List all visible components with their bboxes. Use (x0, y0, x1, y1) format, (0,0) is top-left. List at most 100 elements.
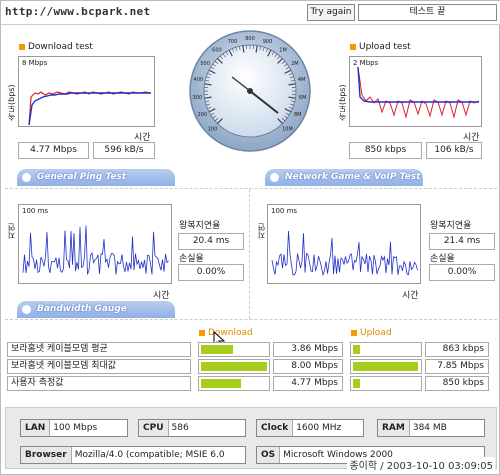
ping-left-graph: 100 ms (18, 204, 172, 284)
ping-right-loss-label: 손실율 (430, 254, 455, 264)
upload-series-blue (357, 66, 479, 103)
bandwidth-row-label: 사용자 측정값 (7, 376, 191, 391)
gauge-scale-label: 10M (282, 126, 293, 132)
ping-right-xlabel: 시간 (402, 291, 419, 301)
lan-info: LAN 100 Mbps (20, 419, 128, 437)
gauge-scale-label: 6M (299, 95, 307, 101)
gauge-scale-label: 600 (212, 48, 222, 54)
os-key: OS (257, 447, 281, 463)
divider-vertical (249, 189, 250, 319)
ram-info: RAM 384 MB (377, 419, 485, 437)
upload-kbs-value: 106 kB/s (426, 142, 482, 159)
ping-right-rtt-label: 왕복지연율 (430, 221, 472, 231)
globe-icon (270, 173, 279, 182)
lan-key: LAN (21, 420, 51, 436)
upload-graph: 2 Mbps (349, 56, 482, 127)
download-value: 3.86 Mbps (273, 342, 343, 357)
cpu-info: CPU 586 (138, 419, 246, 437)
download-graph: 8 Mbps (18, 56, 155, 127)
ping-series (271, 230, 418, 277)
gauge-dial: 100 200 300 400 500 600 700 800 900 1M 2M 4M 6M 8M 10M (189, 30, 311, 152)
upload-bar-fill (353, 379, 360, 388)
bandwidth-gauge-banner[interactable]: Bandwidth Gauge (17, 301, 175, 318)
download-mbps-value: 4.77 Mbps (18, 142, 89, 159)
upload-marker-icon (350, 43, 356, 50)
download-value: 8.00 Mbps (273, 359, 343, 374)
download-series-blue (28, 92, 151, 126)
ping-test-banner-label: General Ping Test (37, 172, 127, 182)
upload-bar (350, 376, 422, 391)
lan-value: 100 Mbps (53, 423, 98, 433)
ping-right-chart (271, 230, 418, 277)
game-voip-test-banner[interactable]: Network Game & VoIP Test (265, 169, 423, 186)
download-marker-icon (199, 329, 205, 336)
gauge-scale-label: 800 (245, 36, 255, 42)
upload-kbps-value: 850 kbps (349, 142, 422, 159)
upload-bar-fill (353, 345, 360, 354)
download-bar-fill (201, 379, 241, 388)
browser-info: Browser Mozilla/4.0 (compatible; MSIE 6.0 (20, 446, 246, 464)
gauge-scale-label: 200 (197, 112, 207, 118)
ping-right-loss-value: 0.00% (429, 264, 495, 281)
footer-timestamp: 종이학 / 2003-10-10 03:09:05 (347, 457, 495, 472)
gauge-scale-label: 500 (200, 61, 210, 67)
speedtest-window: http://www.bcpark.net Try again 테스트 끝 Do… (0, 0, 500, 475)
globe-icon (22, 173, 31, 182)
download-bar-fill (201, 345, 233, 354)
upload-bar (350, 359, 422, 374)
upload-title: Upload test (359, 42, 411, 52)
ping-left-rtt-label: 왕복지연율 (179, 221, 221, 231)
try-again-button[interactable]: Try again (307, 4, 355, 21)
ping-left-xlabel: 시간 (153, 291, 170, 301)
download-chart (28, 91, 152, 126)
upload-value: 863 kbps (425, 342, 489, 357)
ping-left-chart (22, 225, 169, 275)
upload-value: 850 kbps (425, 376, 489, 391)
ping-left-rtt-value: 20.4 ms (178, 233, 244, 250)
download-bar (198, 376, 270, 391)
top-bar: http://www.bcpark.net Try again 테스트 끝 (1, 1, 500, 25)
gauge-scale-label: 400 (194, 77, 204, 83)
download-bar (198, 342, 270, 357)
download-value: 4.77 Mbps (273, 376, 343, 391)
divider (5, 319, 497, 320)
ram-value: 384 MB (412, 423, 447, 433)
bandwidth-row-label: 보라홈넷 케이블모뎀 평균 (7, 342, 191, 357)
upload-header: Upload (360, 328, 392, 338)
cpu-key: CPU (139, 420, 169, 436)
upload-marker-icon (351, 329, 357, 336)
download-series-red (28, 91, 152, 126)
download-marker-icon (19, 43, 25, 50)
end-test-button[interactable]: 테스트 끝 (358, 4, 497, 21)
site-url[interactable]: http://www.bcpark.net (5, 5, 150, 18)
divider (5, 188, 497, 189)
upload-bar-fill (353, 362, 418, 371)
ping-left-loss-value: 0.00% (178, 264, 244, 281)
gauge-scale-label: 700 (228, 39, 238, 45)
download-bar (198, 359, 270, 374)
gauge-scale-label: 100 (208, 126, 218, 132)
upload-ylabel: 속도(bps) (338, 84, 347, 121)
game-voip-banner-label: Network Game & VoIP Test (285, 172, 421, 182)
speed-gauge: 100 200 300 400 500 600 700 800 900 1M 2M 4M 6M 8M 10M (188, 29, 312, 153)
gauge-hub (247, 88, 253, 94)
download-title: Download test (28, 42, 93, 52)
gauge-scale-label: 300 (193, 95, 203, 101)
ping-series (22, 225, 169, 275)
gauge-scale-label: 2M (291, 61, 299, 67)
clock-value: 1600 MHz (296, 423, 342, 433)
cpu-value: 586 (171, 423, 189, 433)
download-bar-fill (201, 362, 267, 371)
upload-series-red (357, 66, 480, 119)
gauge-scale-label: 900 (263, 39, 273, 45)
download-ylabel: 속도(bps) (7, 84, 16, 121)
ping-right-rtt-value: 21.4 ms (429, 233, 495, 250)
upload-bar (350, 342, 422, 357)
browser-key: Browser (21, 447, 72, 463)
browser-value: Mozilla/4.0 (compatible; MSIE 6.0 (74, 450, 225, 460)
gauge-scale-label: 8M (294, 112, 302, 118)
upload-value: 7.85 Mbps (425, 359, 489, 374)
ping-test-banner[interactable]: General Ping Test (17, 169, 175, 186)
bandwidth-row-label: 보라홈넷 케이블모뎀 최대값 (7, 359, 191, 374)
gauge-scale-label: 1M (279, 48, 287, 54)
